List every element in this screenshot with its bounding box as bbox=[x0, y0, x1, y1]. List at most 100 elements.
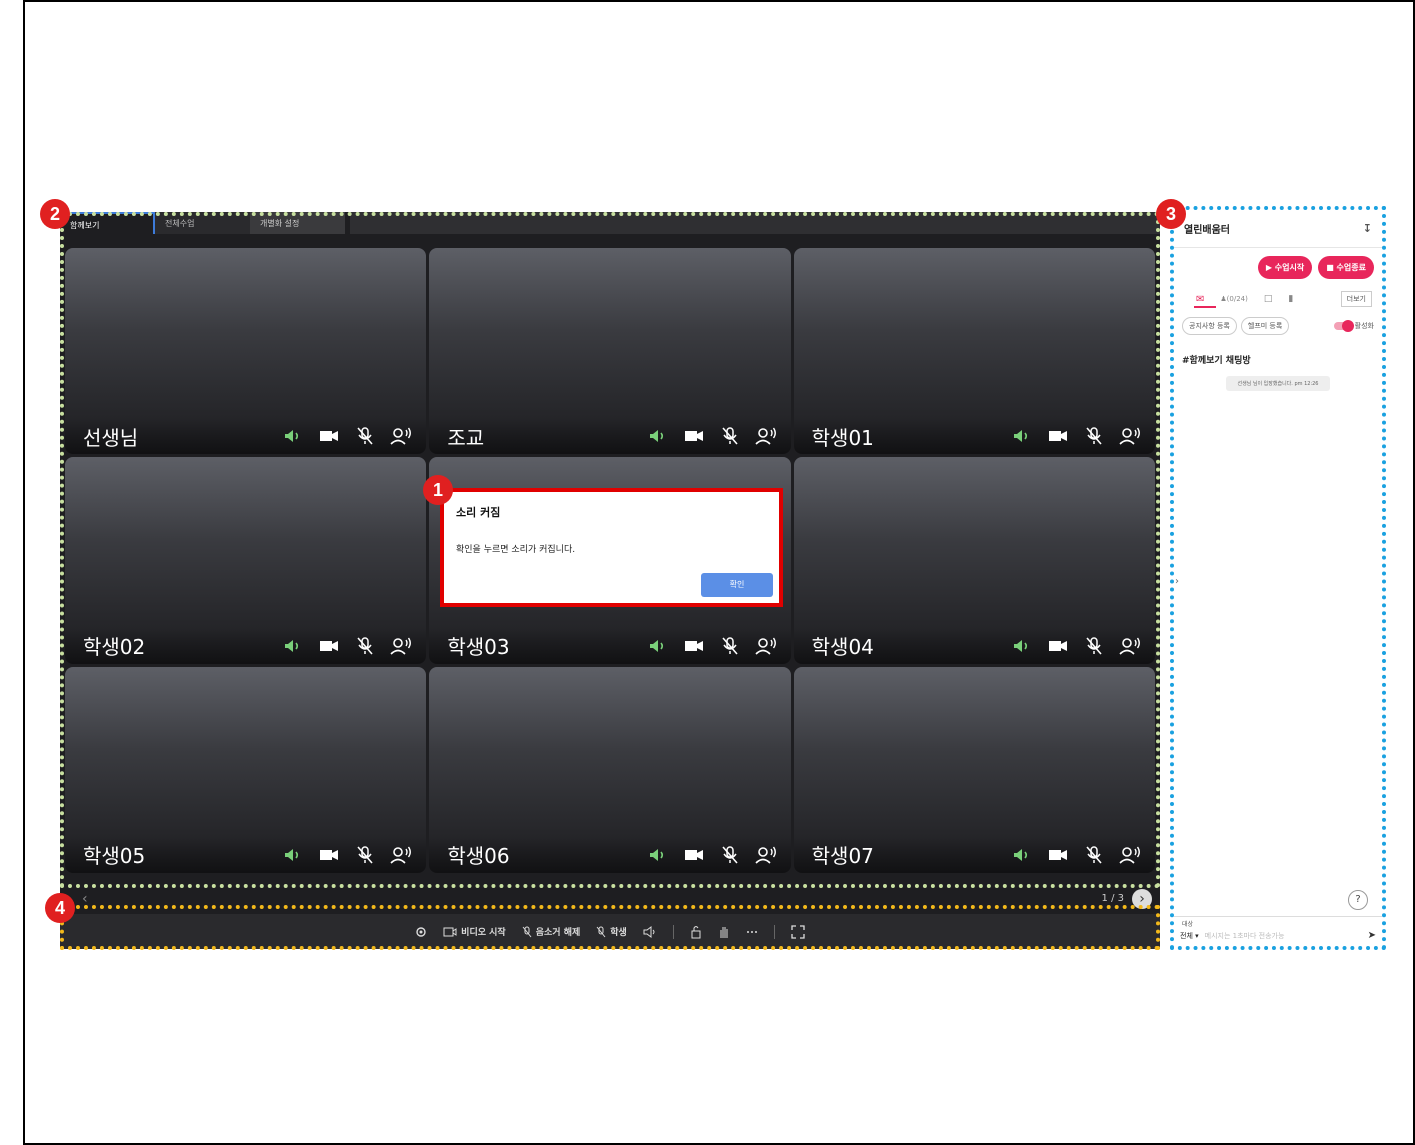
user-speaking-icon[interactable] bbox=[755, 635, 777, 657]
tile-bar: 학생02 bbox=[65, 627, 427, 664]
camera-icon[interactable] bbox=[318, 425, 340, 447]
mic-muted-icon[interactable] bbox=[719, 425, 741, 447]
helpme-register-chip[interactable]: 헬프미 등록 bbox=[1240, 317, 1290, 335]
send-icon[interactable]: ➤ bbox=[1368, 930, 1376, 941]
download-icon[interactable]: ↧ bbox=[1363, 222, 1372, 235]
speaker-icon[interactable] bbox=[647, 635, 669, 657]
speaker-icon[interactable] bbox=[282, 635, 304, 657]
unlock-icon[interactable] bbox=[690, 925, 702, 939]
participant-tile[interactable]: 학생06 bbox=[429, 666, 791, 873]
chat-tab-icon[interactable]: ✉ bbox=[1196, 294, 1204, 305]
camera-icon[interactable] bbox=[683, 844, 705, 866]
tile-controls bbox=[647, 425, 777, 447]
student-mute-button[interactable]: 학생 bbox=[596, 925, 627, 938]
stats-tab-icon[interactable]: ▮ bbox=[1288, 294, 1293, 304]
tile-controls bbox=[1011, 425, 1141, 447]
user-speaking-icon[interactable] bbox=[390, 425, 412, 447]
class-control-row: ▶ 수업시작 ■ 수업종료 bbox=[1174, 248, 1382, 279]
prev-page-icon[interactable]: ‹ bbox=[82, 891, 96, 907]
camera-icon[interactable] bbox=[683, 635, 705, 657]
raise-hand-icon[interactable] bbox=[718, 925, 730, 939]
collapse-arrow-icon[interactable]: › bbox=[1175, 576, 1179, 587]
participant-tile[interactable]: 학생02 bbox=[65, 457, 427, 664]
participants-count: (0/24) bbox=[1226, 295, 1248, 303]
camera-icon[interactable] bbox=[1047, 844, 1069, 866]
tile-controls bbox=[1011, 635, 1141, 657]
participant-name: 학생06 bbox=[447, 844, 510, 869]
message-input[interactable]: 메시지는 1초마다 전송가능 bbox=[1205, 931, 1362, 941]
toolbar-divider bbox=[672, 924, 674, 939]
user-speaking-icon[interactable] bbox=[1119, 425, 1141, 447]
camera-icon[interactable] bbox=[683, 425, 705, 447]
tile-controls bbox=[1011, 844, 1141, 866]
unmute-button[interactable]: 음소거 해제 bbox=[522, 925, 580, 938]
tile-bar: 학생05 bbox=[65, 836, 427, 873]
user-speaking-icon[interactable] bbox=[1119, 844, 1141, 866]
camera-icon[interactable] bbox=[318, 635, 340, 657]
speaker-icon[interactable] bbox=[1011, 844, 1033, 866]
speaker-icon[interactable] bbox=[643, 925, 657, 938]
pager: ‹ 1 / 3 › bbox=[60, 877, 1160, 909]
speaker-icon[interactable] bbox=[282, 844, 304, 866]
mic-muted-icon[interactable] bbox=[354, 635, 376, 657]
speaker-icon[interactable] bbox=[647, 425, 669, 447]
tab-together[interactable]: 함께보기 bbox=[60, 212, 155, 234]
user-speaking-icon[interactable] bbox=[755, 425, 777, 447]
user-speaking-icon[interactable] bbox=[1119, 635, 1141, 657]
speaker-icon[interactable] bbox=[1011, 425, 1033, 447]
panel-title: 열린배움터 bbox=[1184, 225, 1230, 236]
volume-up-dialog: 소리 커짐 확인을 누르면 소리가 커집니다. 확인 bbox=[440, 488, 783, 607]
chat-room-title: #함께보기 채팅방 bbox=[1182, 356, 1251, 366]
badge-4: 4 bbox=[45, 893, 75, 923]
participant-tile[interactable]: 선생님 bbox=[65, 248, 427, 455]
end-class-button[interactable]: ■ 수업종료 bbox=[1318, 256, 1374, 279]
video-start-button[interactable]: 비디오 시작 bbox=[443, 925, 506, 938]
mic-muted-icon[interactable] bbox=[354, 844, 376, 866]
user-speaking-icon[interactable] bbox=[390, 635, 412, 657]
target-select[interactable]: 전체 ▾ bbox=[1180, 931, 1199, 941]
view-tabs: 함께보기 전체수업 개별화 설정 bbox=[60, 212, 345, 234]
speaker-icon[interactable] bbox=[282, 425, 304, 447]
participant-tile[interactable]: 학생01 bbox=[793, 248, 1155, 455]
participant-tile[interactable]: 학생07 bbox=[793, 666, 1155, 873]
mic-muted-icon[interactable] bbox=[354, 425, 376, 447]
toggle-label: 활성화 bbox=[1354, 322, 1374, 330]
speaker-icon[interactable] bbox=[1011, 635, 1033, 657]
help-icon[interactable]: ? bbox=[1348, 890, 1368, 910]
camera-icon[interactable] bbox=[1047, 425, 1069, 447]
participant-tile[interactable]: 학생04 bbox=[793, 457, 1155, 664]
speaker-icon[interactable] bbox=[647, 844, 669, 866]
mic-muted-icon[interactable] bbox=[719, 844, 741, 866]
tab-individual-settings[interactable]: 개별화 설정 bbox=[250, 212, 345, 234]
fullscreen-icon[interactable] bbox=[791, 924, 805, 939]
tab-whole-class[interactable]: 전체수업 bbox=[155, 212, 250, 234]
participant-tile[interactable]: 조교 bbox=[429, 248, 791, 455]
participant-name: 학생02 bbox=[83, 635, 146, 660]
participants-tab[interactable]: ♟(0/24) bbox=[1220, 295, 1247, 303]
confirm-button[interactable]: 확인 bbox=[701, 573, 773, 597]
more-icon[interactable] bbox=[746, 930, 758, 934]
mic-muted-icon[interactable] bbox=[1083, 425, 1105, 447]
tile-bar: 선생님 bbox=[65, 418, 427, 455]
camera-icon[interactable] bbox=[1047, 635, 1069, 657]
tile-controls bbox=[647, 635, 777, 657]
more-button[interactable]: 더보기 bbox=[1340, 291, 1372, 307]
tile-controls bbox=[282, 844, 412, 866]
camera-icon[interactable] bbox=[318, 844, 340, 866]
notice-register-chip[interactable]: 공지사항 등록 bbox=[1182, 317, 1237, 335]
file-tab-icon[interactable]: □ bbox=[1264, 294, 1273, 304]
mic-muted-icon[interactable] bbox=[1083, 844, 1105, 866]
mic-muted-icon[interactable] bbox=[1083, 635, 1105, 657]
bottom-toolbar: 비디오 시작 음소거 해제 학생 bbox=[60, 914, 1160, 949]
activate-toggle[interactable]: 활성화 bbox=[1333, 320, 1374, 332]
badge-1: 1 bbox=[423, 475, 453, 505]
badge-3: 3 bbox=[1156, 199, 1186, 229]
mic-muted-icon[interactable] bbox=[719, 635, 741, 657]
user-speaking-icon[interactable] bbox=[390, 844, 412, 866]
participant-tile[interactable]: 학생05 bbox=[65, 666, 427, 873]
start-class-button[interactable]: ▶ 수업시작 bbox=[1257, 256, 1313, 279]
next-page-icon[interactable]: › bbox=[1132, 889, 1152, 909]
tile-bar: 학생07 bbox=[793, 836, 1155, 873]
user-speaking-icon[interactable] bbox=[755, 844, 777, 866]
settings-icon[interactable] bbox=[415, 926, 427, 938]
